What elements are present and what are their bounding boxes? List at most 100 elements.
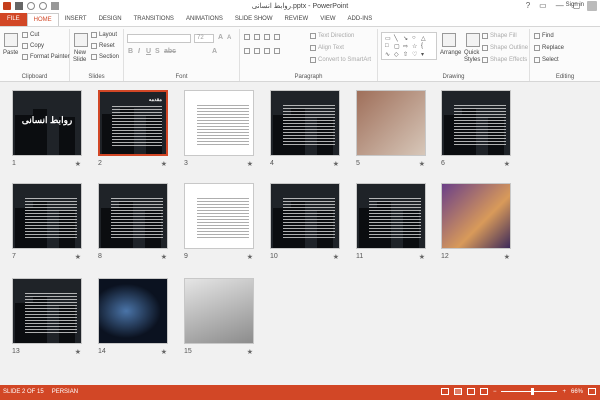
avatar[interactable] xyxy=(587,1,597,11)
new-slide-icon[interactable] xyxy=(74,33,88,47)
text-direction-button[interactable]: Text Direction xyxy=(310,33,354,39)
slide-thumbnail[interactable]: 8 ★ xyxy=(98,183,168,261)
transition-star-icon[interactable]: ★ xyxy=(504,160,510,168)
fit-slide-icon[interactable] xyxy=(588,388,596,395)
font-color-icon[interactable]: A xyxy=(212,48,217,55)
sign-in-link[interactable]: Sign in xyxy=(566,2,584,8)
heart-shape-icon[interactable]: ♡ xyxy=(412,51,417,58)
right-arrow-shape-icon[interactable]: ⇨ xyxy=(403,43,408,50)
tab-slide-show[interactable]: SLIDE SHOW xyxy=(229,13,279,26)
slide-preview[interactable] xyxy=(12,183,82,249)
slide-preview[interactable] xyxy=(441,183,511,249)
strikethrough-icon[interactable]: abc xyxy=(164,48,176,55)
slide-thumbnail[interactable]: 15 ★ xyxy=(184,278,254,356)
zoom-out-button[interactable]: − xyxy=(493,389,497,395)
cut-button[interactable]: Cut xyxy=(22,32,39,38)
arrow-shape-icon[interactable]: ↘ xyxy=(403,35,408,42)
slide-thumbnail[interactable]: 12 ★ xyxy=(441,183,511,261)
align-left-icon[interactable] xyxy=(244,48,250,54)
slide-thumbnail[interactable]: 3 ★ xyxy=(184,90,254,168)
rectangle-shape-icon[interactable]: ▭ xyxy=(385,35,391,42)
quick-styles-button[interactable]: Quick xyxy=(464,50,479,56)
transition-star-icon[interactable]: ★ xyxy=(333,160,339,168)
tab-home[interactable]: HOME xyxy=(26,13,59,26)
justify-icon[interactable] xyxy=(274,48,280,54)
slide-thumbnail[interactable]: 4 ★ xyxy=(270,90,340,168)
format-painter-button[interactable]: Format Painter xyxy=(22,54,70,60)
transition-star-icon[interactable]: ★ xyxy=(75,348,81,356)
star-shape-icon[interactable]: ☆ xyxy=(412,43,417,50)
slide-preview[interactable]: روابط انسانی xyxy=(12,90,82,156)
layout-button[interactable]: Layout xyxy=(91,32,117,38)
increase-indent-icon[interactable] xyxy=(274,34,280,40)
tab-add-ins[interactable]: ADD-INS xyxy=(342,13,379,26)
grow-font-icon[interactable]: A xyxy=(218,34,223,41)
section-button[interactable]: Section xyxy=(91,54,119,60)
transition-star-icon[interactable]: ★ xyxy=(161,253,167,261)
transition-star-icon[interactable]: ★ xyxy=(333,253,339,261)
transition-star-icon[interactable]: ★ xyxy=(75,160,81,168)
slide-preview[interactable] xyxy=(356,183,426,249)
oval-shape-icon[interactable]: ○ xyxy=(412,35,416,41)
slide-thumbnail[interactable]: 14 ★ xyxy=(98,278,168,356)
tab-design[interactable]: DESIGN xyxy=(93,13,128,26)
transition-star-icon[interactable]: ★ xyxy=(247,253,253,261)
slide-preview[interactable] xyxy=(184,183,254,249)
transition-star-icon[interactable]: ★ xyxy=(75,253,81,261)
paste-button[interactable]: Paste xyxy=(3,50,18,56)
slide-thumbnail[interactable]: 10 ★ xyxy=(270,183,340,261)
bullets-icon[interactable] xyxy=(244,34,250,40)
transition-star-icon[interactable]: ★ xyxy=(419,160,425,168)
slide-thumbnail[interactable]: 11 ★ xyxy=(356,183,426,261)
more-shapes-icon[interactable]: ▾ xyxy=(421,51,424,58)
slideshow-view-icon[interactable] xyxy=(479,388,488,395)
tab-animations[interactable]: ANIMATIONS xyxy=(180,13,229,26)
up-arrow-shape-icon[interactable]: ⇧ xyxy=(403,51,408,58)
ribbon-display-icon[interactable]: ▭ xyxy=(539,1,547,10)
reset-button[interactable]: Reset xyxy=(91,43,115,49)
find-button[interactable]: Find xyxy=(534,33,554,39)
decrease-indent-icon[interactable] xyxy=(264,34,270,40)
tab-review[interactable]: REVIEW xyxy=(279,13,315,26)
select-button[interactable]: Select xyxy=(534,57,559,63)
slide-thumbnail[interactable]: 7 ★ xyxy=(12,183,82,261)
zoom-slider-thumb[interactable] xyxy=(531,388,535,395)
slide-preview[interactable] xyxy=(441,90,511,156)
underline-icon[interactable]: U xyxy=(146,48,151,55)
language-indicator[interactable]: PERSIAN xyxy=(52,389,78,395)
numbering-icon[interactable] xyxy=(254,34,260,40)
square-shape-icon[interactable]: □ xyxy=(385,43,389,49)
slide-preview[interactable] xyxy=(184,90,254,156)
slide-preview[interactable] xyxy=(270,90,340,156)
zoom-level[interactable]: 66% xyxy=(571,389,583,395)
tab-transitions[interactable]: TRANSITIONS xyxy=(128,13,180,26)
triangle-shape-icon[interactable]: △ xyxy=(421,35,426,42)
line-shape-icon[interactable]: ╲ xyxy=(394,35,398,42)
slide-thumbnail[interactable]: 9 ★ xyxy=(184,183,254,261)
zoom-in-button[interactable]: + xyxy=(562,389,566,395)
transition-star-icon[interactable]: ★ xyxy=(419,253,425,261)
replace-button[interactable]: Replace xyxy=(534,45,564,51)
shrink-font-icon[interactable]: A xyxy=(227,35,231,41)
font-size-input[interactable]: 72 xyxy=(194,34,214,43)
curve-shape-icon[interactable]: ∿ xyxy=(385,51,390,58)
slide-preview[interactable] xyxy=(98,278,168,344)
shape-effects-button[interactable]: Shape Effects xyxy=(482,57,527,63)
font-name-input[interactable] xyxy=(127,34,191,43)
arrange-icon[interactable] xyxy=(442,33,456,47)
align-right-icon[interactable] xyxy=(264,48,270,54)
copy-button[interactable]: Copy xyxy=(22,43,44,49)
new-slide-button-2[interactable]: Slide xyxy=(73,57,86,63)
rounded-rect-shape-icon[interactable]: ▢ xyxy=(394,43,400,50)
slide-sorter-view-icon[interactable] xyxy=(453,388,462,395)
transition-star-icon[interactable]: ★ xyxy=(247,160,253,168)
slide-preview[interactable] xyxy=(270,183,340,249)
quick-styles-icon[interactable] xyxy=(466,33,480,47)
shape-outline-button[interactable]: Shape Outline xyxy=(482,45,528,51)
align-center-icon[interactable] xyxy=(254,48,260,54)
slide-thumbnail[interactable]: 13 ★ xyxy=(12,278,82,356)
align-text-button[interactable]: Align Text xyxy=(310,45,344,51)
slide-preview[interactable] xyxy=(184,278,254,344)
bold-icon[interactable]: B xyxy=(128,48,133,55)
diamond-shape-icon[interactable]: ◇ xyxy=(394,51,399,58)
